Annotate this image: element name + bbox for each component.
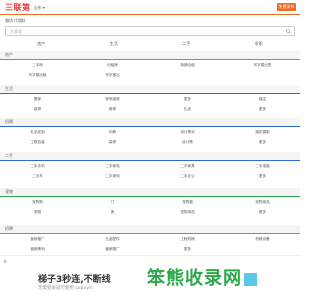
top-category-links: 房产 生活 二手 求职 [5, 41, 295, 50]
category-link[interactable]: 商铺出租 [150, 60, 225, 70]
category-link[interactable]: 礼品定制 [0, 127, 75, 137]
ad-subtitle: 无需登录就可使用 Lebuyin [38, 286, 94, 291]
download-icon [244, 272, 257, 286]
category-link[interactable]: 二手办公 [150, 171, 225, 181]
category-link [150, 70, 225, 80]
category-link[interactable]: 宠物狗 [0, 197, 75, 207]
category-link[interactable]: 搬家 [0, 94, 75, 104]
logo-text[interactable]: 三联第 [5, 2, 31, 13]
section-title[interactable]: 招聘 [0, 225, 300, 233]
category-link [225, 244, 300, 254]
category-link[interactable]: 更多 [225, 104, 300, 114]
category-link[interactable]: 出租房 [75, 60, 150, 70]
category-link[interactable]: 装修 [75, 137, 150, 147]
category-link[interactable]: 营销推广 [0, 234, 75, 244]
location-row: 潍坊 (切换) [5, 18, 25, 24]
section-title[interactable]: 生活 [0, 85, 300, 93]
category-link[interactable]: 门 [75, 197, 150, 207]
section-3: 二手 二手手机 二手家电 二手家具 二手电脑二手车 二手家电 二手办公 更多 [0, 152, 300, 181]
search-icon[interactable] [286, 29, 291, 34]
publish-button[interactable]: 免费发布 [277, 3, 296, 11]
category-link[interactable]: 工程包装 [0, 137, 75, 147]
search-input[interactable]: 大家说 [10, 29, 22, 35]
category-link[interactable]: 宠物用品 [150, 207, 225, 217]
search-box[interactable]: 大家说 [5, 26, 295, 36]
section-title[interactable]: 二手 [0, 152, 300, 160]
category-link[interactable]: 保洁 [225, 94, 300, 104]
category-link[interactable]: 营销推广 [75, 244, 150, 254]
category-link[interactable]: 鱼 [75, 207, 150, 217]
site-logo[interactable]: 三联第 山东 ▾ [5, 2, 45, 13]
section-5: 招聘 营销推广 五金配件 工程机械 机械设备 营销策划 营销推广 更多 [0, 225, 300, 254]
category-link[interactable]: 二手家电 [75, 171, 150, 181]
category-link[interactable]: 更多 [150, 244, 225, 254]
category-link[interactable]: 设计策 [150, 137, 225, 147]
section-4: 宠物 宠物狗门宠物猫 宠物用品 宠物鱼宠物用品 更多 [0, 188, 300, 217]
top-link-life[interactable]: 生活 [78, 41, 151, 50]
section-links: 礼品定制 印刷 设计策划 婚庆摄影工程包装 装修 设计策 更多 [0, 127, 300, 147]
category-link[interactable]: 工程机械 [150, 234, 225, 244]
category-link[interactable]: 宠物猫 [150, 197, 225, 207]
category-link[interactable]: 装修 [0, 104, 75, 114]
ad-title[interactable]: 梯子3秒连,不断线 [38, 272, 111, 285]
category-link[interactable]: 营销策划 [0, 244, 75, 254]
category-link[interactable]: 设计策划 [150, 127, 225, 137]
top-link-jobs[interactable]: 求职 [223, 41, 296, 50]
category-link[interactable]: 婚庆摄影 [225, 127, 300, 137]
section-links: 二手房 出租房 商铺出租 写字楼出售写字楼出租 写字楼出 [0, 60, 300, 80]
category-link[interactable]: 二手电脑 [225, 161, 300, 171]
section-links: 二手手机 二手家电 二手家具 二手电脑二手车 二手家电 二手办公 更多 [0, 161, 300, 181]
category-link[interactable]: 五金配件 [75, 234, 150, 244]
top-link-house[interactable]: 房产 [5, 41, 78, 50]
watermark-logo: 笨熊收录网 [147, 264, 257, 290]
section-title[interactable]: 房产 [0, 51, 300, 59]
section-0: 房产 二手房 出租房 商铺出租 写字楼出售写字楼出租 写字楼出 [0, 51, 300, 80]
section-links: 宠物狗门宠物猫 宠物用品 宠物鱼宠物用品 更多 [0, 197, 300, 217]
category-link[interactable]: 机械设备 [225, 234, 300, 244]
header: 三联第 山东 ▾ 免费发布 [0, 0, 300, 15]
ad-close-icon[interactable]: × [3, 259, 7, 265]
section-links: 营销推广 五金配件 工程机械 机械设备 营销策划 营销推广 更多 [0, 234, 300, 254]
category-link[interactable]: 写字楼出售 [225, 60, 300, 70]
category-link[interactable]: 印刷 [75, 127, 150, 137]
category-link[interactable]: 更多 [225, 207, 300, 217]
section-title[interactable]: 宠物 [0, 188, 300, 196]
category-link[interactable]: 二手家具 [150, 161, 225, 171]
switch-location-link[interactable]: (切换) [14, 18, 25, 23]
category-link[interactable]: 写字楼出租 [0, 70, 75, 80]
category-link[interactable]: 二手房 [0, 60, 75, 70]
category-link[interactable]: 写字楼出 [75, 70, 150, 80]
category-link[interactable]: 礼品 [150, 104, 225, 114]
category-link[interactable]: 二手手机 [0, 161, 75, 171]
section-1: 生活 搬家 家电维修 更多 保洁 装修 维修 礼品 更多 [0, 85, 300, 114]
city-selector[interactable]: 山东 ▾ [34, 5, 45, 11]
category-link[interactable]: 更多 [150, 94, 225, 104]
section-title[interactable]: 招聘 [0, 118, 300, 126]
category-link[interactable]: 二手车 [0, 171, 75, 181]
section-links: 搬家 家电维修 更多 保洁 装修 维修 礼品 更多 [0, 94, 300, 114]
category-link[interactable]: 更多 [225, 137, 300, 147]
category-link[interactable]: 宠物 [0, 207, 75, 217]
location-region: 潍坊 [5, 18, 13, 23]
category-link[interactable]: 更多 [225, 171, 300, 181]
category-link [225, 70, 300, 80]
top-link-secondhand[interactable]: 二手 [150, 41, 223, 50]
category-link[interactable]: 维修 [75, 104, 150, 114]
category-link[interactable]: 二手家电 [75, 161, 150, 171]
category-link[interactable]: 宠物用品 [225, 197, 300, 207]
category-link[interactable]: 家电维修 [75, 94, 150, 104]
section-2: 招聘 礼品定制 印刷 设计策划 婚庆摄影工程包装 装修 设计策 更多 [0, 118, 300, 147]
